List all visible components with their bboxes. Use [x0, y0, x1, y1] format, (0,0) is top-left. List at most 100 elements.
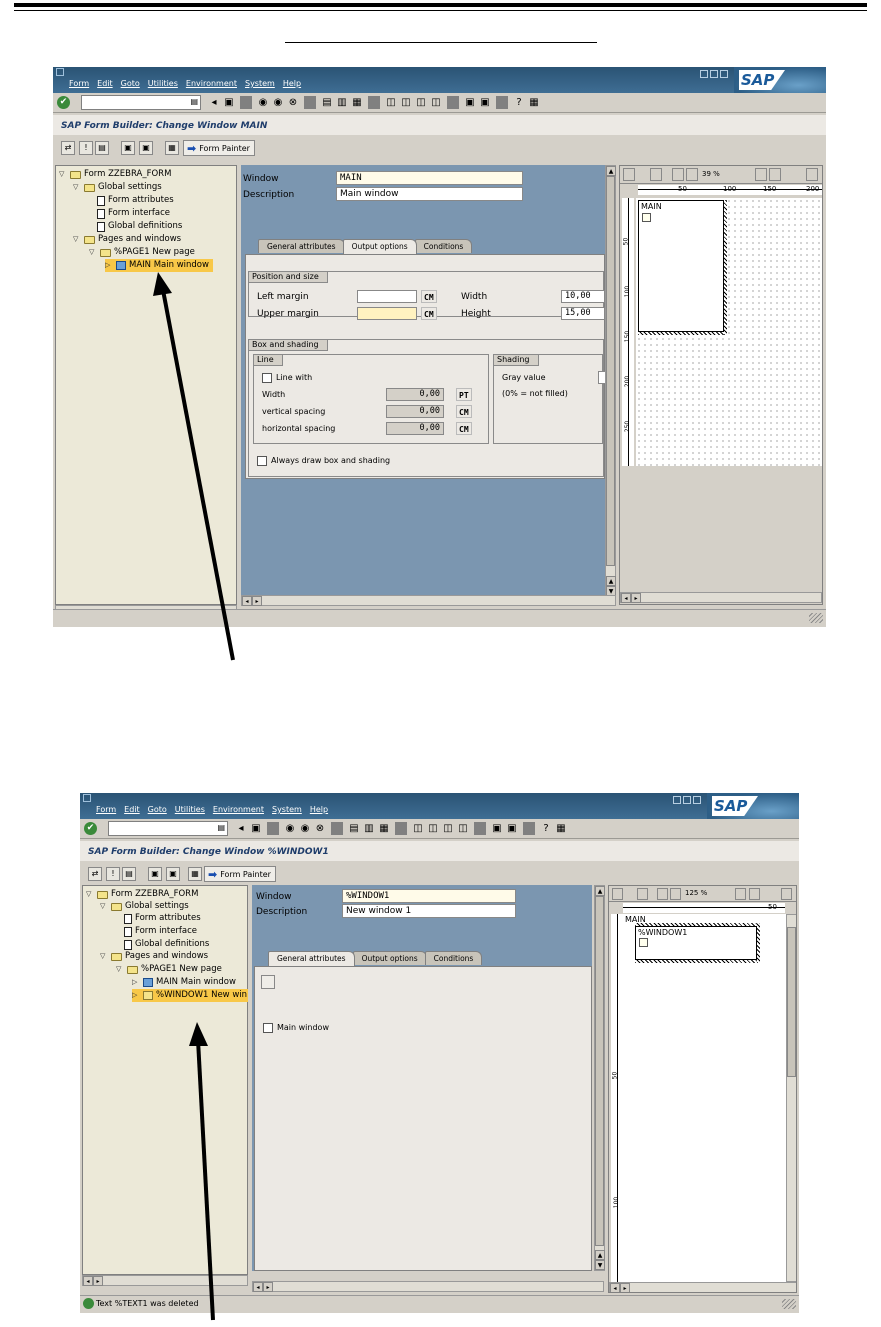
tree-node-form-interface[interactable]: Form interface: [124, 925, 197, 938]
field-list-icon[interactable]: ▦: [188, 867, 202, 881]
enter-button[interactable]: ✔: [84, 822, 97, 835]
new-session-icon[interactable]: ▣: [464, 96, 476, 109]
description-field[interactable]: New window 1: [342, 904, 516, 918]
settings-icon[interactable]: [806, 168, 818, 181]
print-icon[interactable]: ▤: [348, 822, 360, 835]
tab-general-attributes[interactable]: General attributes: [258, 239, 345, 253]
prev-page-icon[interactable]: ◫: [427, 822, 439, 835]
next-page-icon[interactable]: ◫: [442, 822, 454, 835]
editor-vscroll[interactable]: ▲ ▲ ▼: [594, 885, 605, 1271]
zoom-level[interactable]: 39 %: [702, 170, 720, 178]
menu-goto[interactable]: Goto: [148, 805, 167, 814]
find-icon[interactable]: ▥: [363, 822, 375, 835]
help-icon[interactable]: ?: [540, 822, 552, 835]
save-icon[interactable]: ▣: [223, 96, 235, 109]
pin-icon[interactable]: [623, 168, 635, 181]
maximize-button[interactable]: [710, 70, 718, 78]
back-icon[interactable]: ◉: [257, 96, 269, 109]
back-arrow-icon[interactable]: ◂: [235, 822, 247, 835]
menu-help[interactable]: Help: [310, 805, 328, 814]
minimize-button[interactable]: [700, 70, 708, 78]
horizontal-spacing-field[interactable]: 0,00: [386, 422, 444, 435]
save-icon[interactable]: ▣: [250, 822, 262, 835]
shortcut-icon[interactable]: ▣: [479, 96, 491, 109]
painter-hscroll[interactable]: ◂ ▸: [609, 1282, 796, 1292]
pin-icon[interactable]: [612, 888, 623, 900]
field-list-icon[interactable]: ▦: [165, 141, 179, 155]
check-icon[interactable]: ▣: [139, 141, 153, 155]
first-page-icon[interactable]: ◫: [385, 96, 397, 109]
exit-icon[interactable]: ◉: [299, 822, 311, 835]
find-icon[interactable]: ▥: [336, 96, 348, 109]
window-type-icon[interactable]: [261, 975, 275, 989]
next-page-icon[interactable]: ◫: [415, 96, 427, 109]
editor-hscroll[interactable]: ◂ ▸: [252, 1281, 604, 1292]
maximize-button[interactable]: [683, 796, 691, 804]
form-painter-button[interactable]: ➡ Form Painter: [183, 140, 255, 156]
resize-grip-icon[interactable]: [809, 613, 823, 623]
minimize-button[interactable]: [673, 796, 681, 804]
window-name-field[interactable]: MAIN: [336, 171, 523, 185]
description-field[interactable]: Main window: [336, 187, 523, 201]
line-with-checkbox[interactable]: [262, 373, 272, 383]
tree-node-page1[interactable]: ▽ %PAGE1 New page: [116, 963, 222, 976]
resize-grip-icon[interactable]: [782, 1299, 796, 1309]
back-arrow-icon[interactable]: ◂: [208, 96, 220, 109]
enter-button[interactable]: ✔: [57, 96, 70, 109]
back-icon[interactable]: ◉: [284, 822, 296, 835]
left-margin-field[interactable]: [357, 290, 417, 303]
tree-node-form-interface[interactable]: Form interface: [97, 207, 170, 220]
tab-output-options[interactable]: Output options: [352, 951, 427, 965]
prev-page-icon[interactable]: ◫: [400, 96, 412, 109]
painter-hscroll[interactable]: ◂ ▸: [620, 592, 822, 603]
menu-utilities[interactable]: Utilities: [148, 79, 178, 88]
tree-hscroll[interactable]: ◂ ▸: [82, 1275, 248, 1286]
grid-icon[interactable]: [650, 168, 662, 181]
form-painter-button[interactable]: ➡ Form Painter: [204, 866, 276, 882]
tree-node-main-window[interactable]: ▷ MAIN Main window: [132, 976, 236, 989]
tree-node-window1[interactable]: ▷ %WINDOW1 New win: [132, 989, 248, 1002]
menu-system[interactable]: System: [245, 79, 275, 88]
info-icon[interactable]: !: [106, 867, 120, 881]
menu-environment[interactable]: Environment: [213, 805, 264, 814]
print-icon[interactable]: ▤: [321, 96, 333, 109]
painter-window1[interactable]: %WINDOW1: [635, 926, 757, 960]
painter-vscroll[interactable]: [786, 914, 796, 1282]
shortcut-icon[interactable]: ▣: [506, 822, 518, 835]
zoom-level[interactable]: 125 %: [685, 889, 707, 897]
display-change-icon[interactable]: ⇄: [61, 141, 75, 155]
close-window-button[interactable]: [693, 796, 701, 804]
cancel-icon[interactable]: ⊗: [287, 96, 299, 109]
line-width-field[interactable]: 0,00: [386, 388, 444, 401]
zoom-in-icon[interactable]: [735, 888, 746, 900]
activate-icon[interactable]: ▣: [121, 141, 135, 155]
always-draw-checkbox[interactable]: [257, 456, 267, 466]
grid-icon[interactable]: [637, 888, 648, 900]
tree-node-pages-windows[interactable]: ▽ Pages and windows: [73, 233, 181, 246]
layout-menu-icon[interactable]: ▦: [555, 822, 567, 835]
tree-node-global-settings[interactable]: ▽ Global settings: [73, 181, 162, 194]
copy-icon[interactable]: [672, 168, 684, 181]
zoom-out-icon[interactable]: [769, 168, 781, 181]
last-page-icon[interactable]: ◫: [430, 96, 442, 109]
system-menu-icon[interactable]: [83, 794, 91, 802]
upper-margin-field[interactable]: [357, 307, 417, 320]
tab-general-attributes[interactable]: General attributes: [268, 951, 355, 966]
tab-output-options[interactable]: Output options: [342, 239, 417, 254]
command-field[interactable]: ▤: [81, 95, 201, 110]
command-history-icon[interactable]: ▤: [217, 823, 225, 832]
menu-utilities[interactable]: Utilities: [175, 805, 205, 814]
tree-node-form-attributes[interactable]: Form attributes: [97, 194, 174, 207]
height-field[interactable]: 15,00: [561, 307, 605, 320]
page-icon[interactable]: [670, 888, 681, 900]
exit-icon[interactable]: ◉: [272, 96, 284, 109]
editor-vscroll[interactable]: ▲ ▲ ▼: [605, 165, 616, 597]
new-session-icon[interactable]: ▣: [491, 822, 503, 835]
activate-icon[interactable]: ▣: [148, 867, 162, 881]
settings-icon[interactable]: [781, 888, 792, 900]
system-menu-icon[interactable]: [56, 68, 64, 76]
close-window-button[interactable]: [720, 70, 728, 78]
last-page-icon[interactable]: ◫: [457, 822, 469, 835]
zoom-in-icon[interactable]: [755, 168, 767, 181]
menu-goto[interactable]: Goto: [121, 79, 140, 88]
